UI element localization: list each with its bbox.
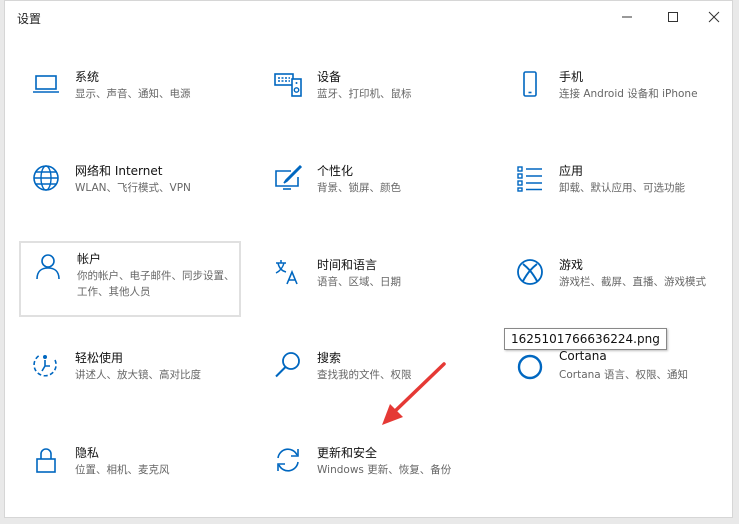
minimize-icon [622,16,632,18]
minimize-button[interactable] [604,1,650,33]
tile-desc: 显示、声音、通知、电源 [75,88,191,100]
phone-icon [523,71,537,97]
tile-name: Cortana [559,349,607,363]
laptop-icon [33,75,59,93]
tile-network[interactable]: 网络和 Internet WLAN、飞行模式、VPN [19,155,241,231]
tile-name: 个性化 [317,164,354,178]
maximize-button[interactable] [650,1,696,33]
tile-phone[interactable]: 手机 连接 Android 设备和 iPhone [503,61,725,137]
tile-personalization[interactable]: 个性化 背景、锁屏、颜色 [261,155,483,231]
language-icon [275,260,298,285]
tile-ease-of-access[interactable]: 轻松使用 讲述人、放大镜、高对比度 [19,342,241,418]
tile-name: 网络和 Internet [75,164,163,178]
tile-desc: 你的帐户、电子邮件、同步设置、工作、其他人员 [77,270,235,298]
window-title: 设置 [17,12,42,26]
tile-desc: Windows 更新、恢复、备份 [317,464,452,476]
tile-name: 游戏 [559,258,584,272]
globe-icon [33,165,59,191]
xbox-icon [517,259,543,285]
tile-desc: 语音、区域、日期 [317,276,401,288]
tile-apps[interactable]: 应用 卸载、默认应用、可选功能 [503,155,725,231]
tile-desc: 背景、锁屏、颜色 [317,182,401,194]
close-button[interactable] [694,1,734,33]
tile-name: 手机 [559,70,584,84]
tile-name: 帐户 [77,252,102,266]
app-list-icon [517,166,542,192]
tile-name: 搜索 [317,351,342,365]
tile-name: 时间和语言 [317,258,378,272]
paint-monitor-icon [275,164,303,190]
tile-name: 更新和安全 [317,446,378,460]
settings-window: 设置 系统 显示、声音、通知、电源 设备 蓝牙、打印机、鼠标 手机 连接 And… [4,0,733,518]
tile-desc: 蓝牙、打印机、鼠标 [317,88,412,100]
tile-desc: 卸载、默认应用、可选功能 [559,182,685,194]
tile-system[interactable]: 系统 显示、声音、通知、电源 [19,61,241,137]
tile-name: 隐私 [75,446,100,460]
tile-gaming[interactable]: 游戏 游戏栏、截屏、直播、游戏模式 [503,249,725,325]
tile-desc: Cortana 语言、权限、通知 [559,369,689,381]
tile-desc: 连接 Android 设备和 iPhone [559,88,698,100]
person-icon [36,254,60,280]
tile-desc: 讲述人、放大镜、高对比度 [75,369,201,381]
tile-name: 轻松使用 [75,351,124,365]
sync-icon [277,448,299,472]
tile-accounts[interactable]: 帐户 你的帐户、电子邮件、同步设置、工作、其他人员 [19,241,241,317]
close-icon [708,11,720,23]
tile-time-language[interactable]: 时间和语言 语音、区域、日期 [261,249,483,325]
tile-desc: 游戏栏、截屏、直播、游戏模式 [559,276,706,288]
tile-desc: 查找我的文件、权限 [317,369,412,381]
lock-icon [36,448,56,473]
keyboard-speaker-icon [274,73,302,97]
tile-cortana[interactable]: Cortana Cortana 语言、权限、通知 [503,342,725,418]
title-bar: 设置 [5,1,732,33]
tile-privacy[interactable]: 隐私 位置、相机、麦克风 [19,437,241,513]
tile-update-security[interactable]: 更新和安全 Windows 更新、恢复、备份 [261,437,483,513]
tile-desc: WLAN、飞行模式、VPN [75,182,191,194]
tile-name: 系统 [75,70,100,84]
tile-desc: 位置、相机、麦克风 [75,464,170,476]
ease-of-access-icon [33,354,57,377]
filename-tooltip: 1625101766636224.png [504,328,667,350]
tile-name: 设备 [317,70,342,84]
tile-devices[interactable]: 设备 蓝牙、打印机、鼠标 [261,61,483,137]
search-icon [275,352,300,378]
maximize-icon [668,12,678,22]
tile-search[interactable]: 搜索 查找我的文件、权限 [261,342,483,418]
tile-name: 应用 [559,164,584,178]
cortana-icon [517,354,543,380]
